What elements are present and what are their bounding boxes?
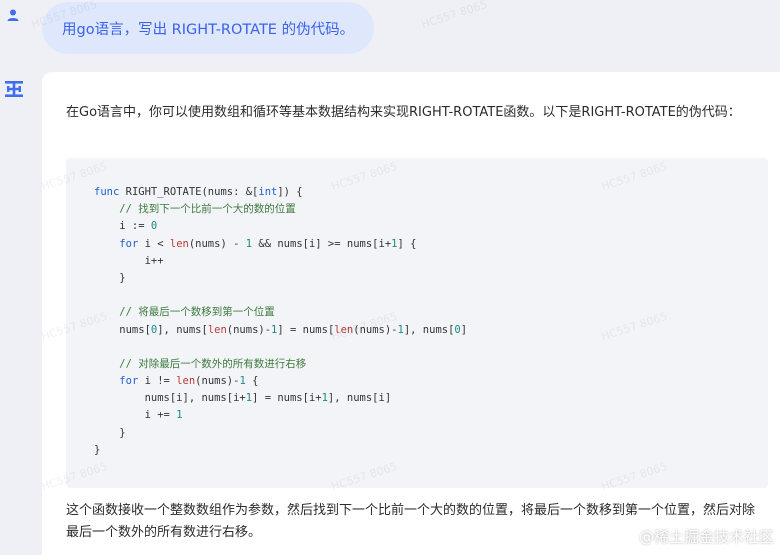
code-token: for: [119, 237, 139, 250]
code-token: 1: [176, 409, 183, 422]
code-token: i :=: [94, 220, 151, 233]
code-token: nums[: [94, 323, 151, 336]
assistant-avatar: [0, 76, 28, 102]
code-token: (nums)-: [353, 323, 398, 336]
code-token: (nums)-: [226, 323, 272, 336]
code-line: i := 0: [94, 218, 467, 235]
code-line: // 找到下一个比前一个大的数的位置: [94, 201, 467, 218]
code-token: i !=: [138, 375, 177, 388]
code-lines: func RIGHT_ROTATE(nums: &[int]) { // 找到下…: [94, 184, 467, 459]
code-token: ] = nums[i+: [252, 392, 322, 405]
code-token: ], nums[: [403, 323, 455, 336]
code-line: // 对除最后一个数外的所有数进行右移: [94, 356, 467, 373]
code-token: ] = nums[: [277, 323, 335, 336]
code-line: }: [94, 442, 467, 459]
code-token: }: [94, 426, 126, 439]
code-line: i += 1: [94, 407, 467, 424]
code-token: // 找到下一个比前一个大的数的位置: [119, 203, 296, 216]
user-icon: [7, 9, 19, 21]
code-token: (nums)-: [195, 375, 240, 388]
code-token: i <: [138, 237, 170, 250]
user-message-bubble: 用go语言，写出 RIGHT-ROTATE 的伪代码。: [42, 2, 375, 54]
code-token: ] {: [397, 237, 417, 250]
code-token: ]: [460, 323, 468, 336]
code-token: len: [334, 323, 354, 336]
code-line: for i != len(nums)-1 {: [94, 373, 467, 390]
code-token: nums[i], nums[i+: [94, 392, 246, 405]
code-line: }: [94, 425, 467, 442]
code-line: }: [94, 270, 467, 287]
code-token: ]) {: [277, 186, 303, 198]
code-token: for: [119, 375, 139, 388]
code-token: i++: [94, 254, 164, 267]
answer-intro: 在Go语言中，你可以使用数组和循环等基本数据结构来实现RIGHT-ROTATE函…: [66, 105, 741, 120]
code-token: 0: [150, 220, 158, 233]
code-line: nums[i], nums[i+1] = nums[i+1], nums[i]: [94, 390, 467, 407]
code-line: nums[0], nums[len(nums)-1] = nums[len(nu…: [94, 322, 467, 339]
code-token: }: [94, 443, 101, 456]
user-message-text: 用go语言，写出 RIGHT-ROTATE 的伪代码。: [62, 21, 355, 38]
code-line: i++: [94, 253, 467, 270]
assistant-answer-card: 在Go语言中，你可以使用数组和循环等基本数据结构来实现RIGHT-ROTATE函…: [42, 72, 780, 555]
code-line: func RIGHT_ROTATE(nums: &[int]) {: [94, 184, 467, 201]
code-token: ], nums[i]: [327, 392, 392, 405]
code-token: ], nums[: [157, 323, 208, 336]
site-watermark-logo: @稀土掘金技术社区: [638, 528, 774, 546]
code-token: {: [245, 375, 259, 388]
logo-icon: [5, 81, 23, 97]
code-token: i +=: [94, 409, 177, 422]
code-token: func: [94, 186, 120, 198]
code-token: // 对除最后一个数外的所有数进行右移: [119, 357, 307, 370]
code-token: RIGHT_ROTATE(nums: &[: [119, 186, 259, 198]
code-line: // 将最后一个数移到第一个位置: [94, 304, 467, 321]
code-token: len: [176, 375, 196, 388]
watermark: HC557 8065: [419, 0, 489, 32]
code-token: }: [94, 271, 126, 284]
code-token: (nums) -: [188, 237, 246, 250]
code-line: for i < len(nums) - 1 && nums[i] >= nums…: [94, 236, 467, 253]
code-token: // 将最后一个数移到第一个位置: [119, 306, 275, 319]
user-avatar: [0, 2, 26, 28]
code-token: && nums[i] >= nums[i+: [252, 237, 392, 250]
code-token: len: [169, 237, 189, 250]
code-token: len: [207, 323, 227, 336]
code-block[interactable]: func RIGHT_ROTATE(nums: &[int]) { // 找到下…: [66, 158, 768, 488]
code-token: int: [258, 186, 278, 198]
